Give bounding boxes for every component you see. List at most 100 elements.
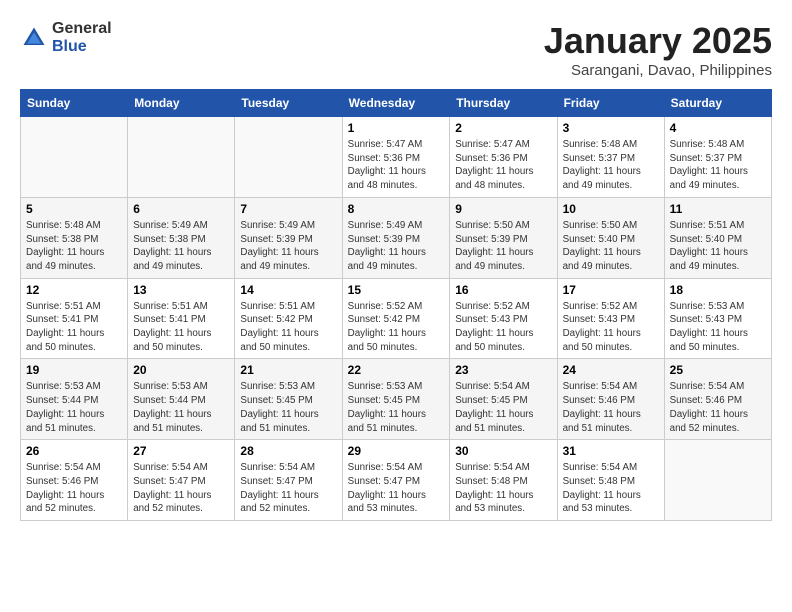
calendar-cell: 4Sunrise: 5:48 AM Sunset: 5:37 PM Daylig… — [664, 117, 771, 198]
day-number: 12 — [26, 283, 122, 297]
logo-icon — [20, 24, 48, 52]
calendar-cell: 25 Sunrise: 5:54 AM Sunset: 5:46 PM Dayli… — [664, 359, 771, 440]
calendar-cell: 30 Sunrise: 5:54 AM Sunset: 5:48 PM Dayli… — [450, 440, 557, 521]
day-number: 7 — [240, 202, 336, 216]
day-info: Sunrise: 5:54 AM Sunset: 5:45 PM Dayligh… — [455, 380, 551, 435]
day-number: 14 — [240, 283, 336, 297]
calendar-cell: 15 Sunrise: 5:52 AM Sunset: 5:42 PM Dayli… — [342, 278, 450, 359]
calendar-week-5: 26Sunrise: 5:54 AM Sunset: 5:46 PM Dayli… — [21, 440, 772, 521]
day-number: 5 — [26, 202, 122, 216]
calendar-cell: 11 Sunrise: 5:51 AM Sunset: 5:40 PM Dayli… — [664, 197, 771, 278]
day-info: Sunrise: 5:48 AM Sunset: 5:38 PM Dayligh… — [26, 219, 122, 274]
day-number: 6 — [133, 202, 229, 216]
day-number: 13 — [133, 283, 229, 297]
calendar-cell: 27Sunrise: 5:54 AM Sunset: 5:47 PM Dayli… — [128, 440, 235, 521]
calendar-cell: 9 Sunrise: 5:50 AM Sunset: 5:39 PM Daylig… — [450, 197, 557, 278]
day-number: 10 — [563, 202, 659, 216]
day-number: 22 — [348, 363, 445, 377]
day-number: 30 — [455, 444, 551, 458]
calendar-week-4: 19Sunrise: 5:53 AM Sunset: 5:44 PM Dayli… — [21, 359, 772, 440]
logo: General Blue — [20, 20, 112, 55]
day-number: 17 — [563, 283, 659, 297]
calendar-cell: 17Sunrise: 5:52 AM Sunset: 5:43 PM Dayli… — [557, 278, 664, 359]
day-number: 11 — [670, 202, 766, 216]
day-info: Sunrise: 5:51 AM Sunset: 5:40 PM Dayligh… — [670, 219, 766, 274]
calendar-cell: 19Sunrise: 5:53 AM Sunset: 5:44 PM Dayli… — [21, 359, 128, 440]
calendar-cell: 31Sunrise: 5:54 AM Sunset: 5:48 PM Dayli… — [557, 440, 664, 521]
calendar-cell: 26Sunrise: 5:54 AM Sunset: 5:46 PM Dayli… — [21, 440, 128, 521]
calendar-cell: 6 Sunrise: 5:49 AM Sunset: 5:38 PM Daylig… — [128, 197, 235, 278]
day-info: Sunrise: 5:49 AM Sunset: 5:39 PM Dayligh… — [240, 219, 336, 274]
calendar-cell — [664, 440, 771, 521]
day-number: 4 — [670, 121, 766, 135]
weekday-header-tuesday: Tuesday — [235, 90, 342, 117]
day-number: 26 — [26, 444, 122, 458]
calendar-cell: 22 Sunrise: 5:53 AM Sunset: 5:45 PM Dayli… — [342, 359, 450, 440]
calendar-cell: 14 Sunrise: 5:51 AM Sunset: 5:42 PM Dayli… — [235, 278, 342, 359]
title-area: January 2025 Sarangani, Davao, Philippin… — [544, 20, 772, 79]
day-info: Sunrise: 5:53 AM Sunset: 5:43 PM Dayligh… — [670, 300, 766, 355]
day-info: Sunrise: 5:51 AM Sunset: 5:41 PM Dayligh… — [26, 300, 122, 355]
calendar-cell: 29Sunrise: 5:54 AM Sunset: 5:47 PM Dayli… — [342, 440, 450, 521]
calendar-cell: 13 Sunrise: 5:51 AM Sunset: 5:41 PM Dayli… — [128, 278, 235, 359]
day-info: Sunrise: 5:51 AM Sunset: 5:41 PM Dayligh… — [133, 300, 229, 355]
calendar-cell: 2Sunrise: 5:47 AM Sunset: 5:36 PM Daylig… — [450, 117, 557, 198]
calendar-cell: 21 Sunrise: 5:53 AM Sunset: 5:45 PM Dayli… — [235, 359, 342, 440]
day-info: Sunrise: 5:47 AM Sunset: 5:36 PM Dayligh… — [348, 138, 445, 193]
day-info: Sunrise: 5:50 AM Sunset: 5:40 PM Dayligh… — [563, 219, 659, 274]
day-info: Sunrise: 5:52 AM Sunset: 5:42 PM Dayligh… — [348, 300, 445, 355]
calendar-cell: 16 Sunrise: 5:52 AM Sunset: 5:43 PM Dayli… — [450, 278, 557, 359]
day-info: Sunrise: 5:52 AM Sunset: 5:43 PM Dayligh… — [455, 300, 551, 355]
location-subtitle: Sarangani, Davao, Philippines — [544, 62, 772, 79]
calendar-cell: 12 Sunrise: 5:51 AM Sunset: 5:41 PM Dayli… — [21, 278, 128, 359]
day-info: Sunrise: 5:54 AM Sunset: 5:48 PM Dayligh… — [455, 461, 551, 516]
calendar-week-3: 12 Sunrise: 5:51 AM Sunset: 5:41 PM Dayli… — [21, 278, 772, 359]
weekday-header-monday: Monday — [128, 90, 235, 117]
day-number: 8 — [348, 202, 445, 216]
day-info: Sunrise: 5:48 AM Sunset: 5:37 PM Dayligh… — [563, 138, 659, 193]
calendar-cell: 18 Sunrise: 5:53 AM Sunset: 5:43 PM Dayli… — [664, 278, 771, 359]
weekday-header-thursday: Thursday — [450, 90, 557, 117]
day-number: 21 — [240, 363, 336, 377]
day-number: 23 — [455, 363, 551, 377]
day-number: 15 — [348, 283, 445, 297]
weekday-header-friday: Friday — [557, 90, 664, 117]
calendar-cell: 7 Sunrise: 5:49 AM Sunset: 5:39 PM Daylig… — [235, 197, 342, 278]
calendar-cell: 28 Sunrise: 5:54 AM Sunset: 5:47 PM Dayli… — [235, 440, 342, 521]
calendar-week-1: 1Sunrise: 5:47 AM Sunset: 5:36 PM Daylig… — [21, 117, 772, 198]
logo-general-text: General — [52, 20, 112, 38]
day-number: 9 — [455, 202, 551, 216]
day-number: 20 — [133, 363, 229, 377]
calendar-cell — [128, 117, 235, 198]
day-info: Sunrise: 5:54 AM Sunset: 5:46 PM Dayligh… — [670, 380, 766, 435]
month-title: January 2025 — [544, 20, 772, 62]
day-info: Sunrise: 5:50 AM Sunset: 5:39 PM Dayligh… — [455, 219, 551, 274]
day-info: Sunrise: 5:51 AM Sunset: 5:42 PM Dayligh… — [240, 300, 336, 355]
day-info: Sunrise: 5:49 AM Sunset: 5:39 PM Dayligh… — [348, 219, 445, 274]
day-number: 27 — [133, 444, 229, 458]
day-number: 28 — [240, 444, 336, 458]
day-info: Sunrise: 5:49 AM Sunset: 5:38 PM Dayligh… — [133, 219, 229, 274]
header: General Blue January 2025 Sarangani, Dav… — [20, 20, 772, 79]
day-info: Sunrise: 5:54 AM Sunset: 5:47 PM Dayligh… — [240, 461, 336, 516]
calendar-cell: 3Sunrise: 5:48 AM Sunset: 5:37 PM Daylig… — [557, 117, 664, 198]
day-number: 19 — [26, 363, 122, 377]
day-number: 18 — [670, 283, 766, 297]
day-info: Sunrise: 5:47 AM Sunset: 5:36 PM Dayligh… — [455, 138, 551, 193]
day-number: 24 — [563, 363, 659, 377]
calendar-table: SundayMondayTuesdayWednesdayThursdayFrid… — [20, 89, 772, 521]
calendar-cell: 23 Sunrise: 5:54 AM Sunset: 5:45 PM Dayli… — [450, 359, 557, 440]
calendar-header-row: SundayMondayTuesdayWednesdayThursdayFrid… — [21, 90, 772, 117]
day-number: 29 — [348, 444, 445, 458]
day-info: Sunrise: 5:53 AM Sunset: 5:45 PM Dayligh… — [240, 380, 336, 435]
day-number: 31 — [563, 444, 659, 458]
day-number: 16 — [455, 283, 551, 297]
weekday-header-sunday: Sunday — [21, 90, 128, 117]
calendar-cell: 10 Sunrise: 5:50 AM Sunset: 5:40 PM Dayli… — [557, 197, 664, 278]
calendar-cell: 24 Sunrise: 5:54 AM Sunset: 5:46 PM Dayli… — [557, 359, 664, 440]
calendar-cell — [21, 117, 128, 198]
day-number: 25 — [670, 363, 766, 377]
calendar-cell: 8 Sunrise: 5:49 AM Sunset: 5:39 PM Daylig… — [342, 197, 450, 278]
day-info: Sunrise: 5:53 AM Sunset: 5:45 PM Dayligh… — [348, 380, 445, 435]
day-info: Sunrise: 5:54 AM Sunset: 5:46 PM Dayligh… — [563, 380, 659, 435]
